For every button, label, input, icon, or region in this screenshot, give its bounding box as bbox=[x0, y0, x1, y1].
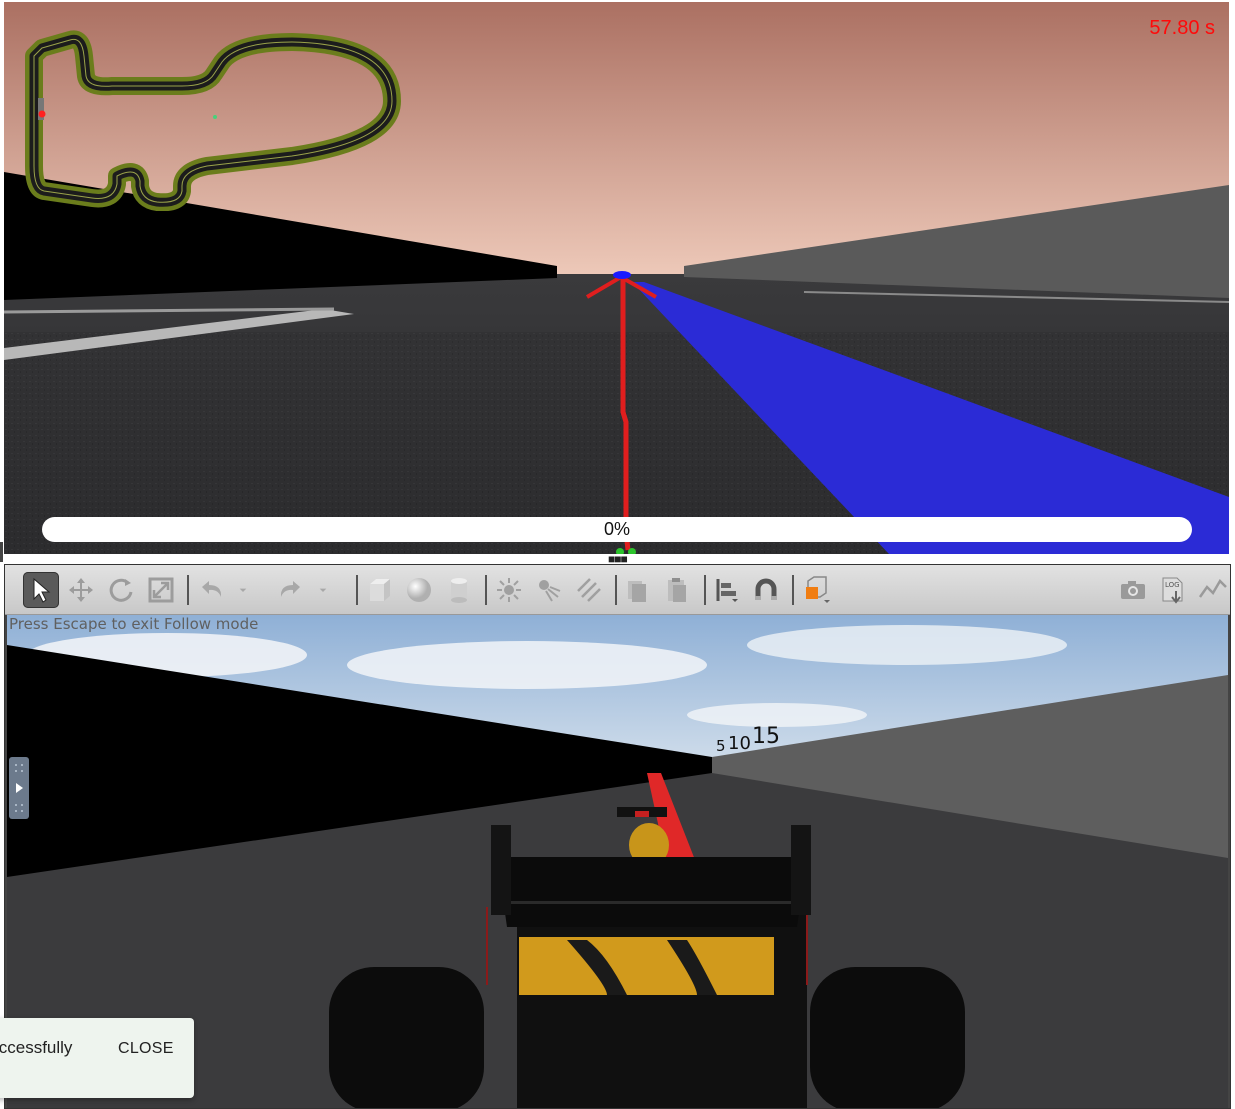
panel-edge-marker bbox=[0, 542, 3, 562]
distance-marker-10: 10 bbox=[728, 733, 751, 754]
box-shape-icon[interactable] bbox=[361, 572, 397, 608]
spot-light-icon[interactable] bbox=[531, 572, 567, 608]
log-icon[interactable]: LOG bbox=[1155, 572, 1191, 608]
align-icon[interactable] bbox=[709, 572, 745, 608]
progress-label: 0% bbox=[603, 519, 630, 539]
sphere-shape-icon[interactable] bbox=[401, 572, 437, 608]
point-light-icon[interactable] bbox=[491, 572, 527, 608]
distance-marker-15: 15 bbox=[752, 724, 780, 749]
snackbar-message: ccessfully. bbox=[0, 1038, 73, 1057]
screenshot-camera-icon[interactable] bbox=[1115, 572, 1151, 608]
play-icon bbox=[15, 764, 23, 812]
toolbar: LOG bbox=[5, 565, 1230, 615]
follow-mode-hint: Press Escape to exit Follow mode bbox=[9, 615, 259, 633]
snap-magnet-icon[interactable] bbox=[748, 572, 784, 608]
redo-icon[interactable] bbox=[273, 572, 309, 608]
select-arrow-icon[interactable] bbox=[23, 572, 59, 608]
paste-icon[interactable] bbox=[659, 572, 695, 608]
distance-marker-5: 5 bbox=[716, 737, 726, 755]
copy-icon[interactable] bbox=[619, 572, 655, 608]
redo-dropdown-icon[interactable] bbox=[313, 572, 333, 608]
snackbar: ccessfully. CLOSE bbox=[0, 1018, 194, 1098]
directional-light-icon[interactable] bbox=[571, 572, 607, 608]
rotate-icon[interactable] bbox=[103, 572, 139, 608]
close-button[interactable]: CLOSE bbox=[118, 1040, 174, 1058]
track-minimap bbox=[25, 30, 401, 211]
plot-icon[interactable] bbox=[1195, 572, 1230, 608]
scale-icon[interactable] bbox=[143, 572, 179, 608]
progress-bar: 0% bbox=[42, 517, 1192, 542]
undo-dropdown-icon[interactable] bbox=[233, 572, 253, 608]
translate-icon[interactable] bbox=[63, 572, 99, 608]
cylinder-shape-icon[interactable] bbox=[441, 572, 477, 608]
side-panel-toggle[interactable] bbox=[9, 757, 29, 819]
camera-view: 57.80 s 0% bbox=[4, 2, 1229, 554]
car-position-marker bbox=[38, 110, 46, 118]
app-root: 57.80 s 0% ■■■ LOG 5 10 15 Press Escape … bbox=[0, 0, 1235, 1109]
splitter-handle[interactable]: ■■■ bbox=[608, 553, 628, 565]
svg-text:LOG: LOG bbox=[1165, 581, 1180, 589]
undo-icon[interactable] bbox=[193, 572, 229, 608]
lap-timer: 57.80 s bbox=[1149, 17, 1215, 39]
view-angle-icon[interactable] bbox=[797, 572, 833, 608]
